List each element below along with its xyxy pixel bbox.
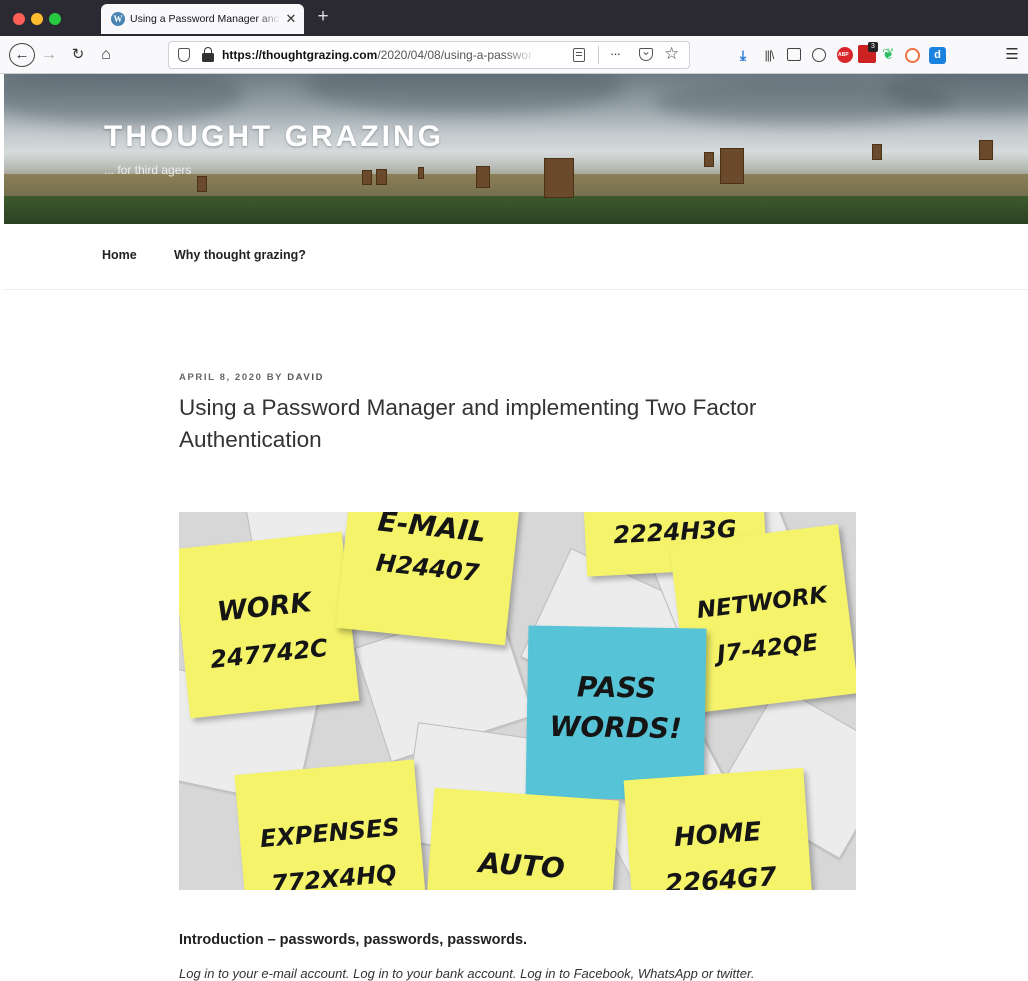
sidebar-icon[interactable] xyxy=(787,48,801,61)
field xyxy=(4,174,1028,196)
hay-bale xyxy=(476,166,490,188)
sticky-note-expenses: EXPENSES 772X4HQ xyxy=(234,759,428,890)
tab-title: Using a Password Manager and xyxy=(130,13,280,25)
intro-paragraph: Log in to your e-mail account. Log in to… xyxy=(179,966,755,981)
note-text: PASS xyxy=(576,670,657,705)
tracking-shield-icon[interactable] xyxy=(178,48,190,62)
post-by: BY xyxy=(266,372,283,383)
reader-view-icon[interactable] xyxy=(573,48,585,62)
note-text: E-MAIL xyxy=(376,512,488,549)
post-author[interactable]: DAVID xyxy=(287,372,324,383)
reload-button[interactable]: ↻ xyxy=(69,43,87,67)
home-button[interactable]: ⌂ xyxy=(97,43,115,67)
header-banner: THOUGHT GRAZING ... for third agers xyxy=(4,74,1028,224)
site-title[interactable]: THOUGHT GRAZING xyxy=(104,120,444,154)
forward-button[interactable]: → xyxy=(40,43,58,67)
hay-bale xyxy=(362,170,372,185)
page-actions-icon[interactable]: ··· xyxy=(610,46,626,61)
downloads-icon[interactable]: ⤓ xyxy=(735,45,751,65)
post-date[interactable]: APRIL 8, 2020 xyxy=(179,372,262,383)
hay-bale xyxy=(979,140,993,160)
note-text: 2264G7 xyxy=(664,862,778,890)
adblock-plus-icon[interactable] xyxy=(837,47,853,63)
note-text: HOME xyxy=(672,817,763,854)
extension-orange-icon[interactable] xyxy=(905,48,920,63)
url-domain: https://thoughtgrazing.com xyxy=(222,48,378,62)
note-text: AUTO xyxy=(477,846,566,885)
library-icon[interactable]: |||\ xyxy=(760,45,778,65)
post-meta: APRIL 8, 2020 BY DAVID xyxy=(179,372,324,383)
note-text: WORDS! xyxy=(549,709,683,746)
extension-blue-icon[interactable]: d xyxy=(929,47,946,64)
evernote-icon[interactable]: ❦ xyxy=(882,45,898,63)
close-tab-icon[interactable]: ✕ xyxy=(284,11,298,27)
hay-bale xyxy=(704,152,714,167)
sticky-note-passwords: PASS WORDS! xyxy=(525,625,707,801)
account-icon[interactable] xyxy=(812,48,826,62)
sticky-note-email: E-MAIL H24407 xyxy=(335,512,523,646)
note-text: NETWORK xyxy=(695,582,829,625)
sticky-note-auto: AUTO xyxy=(423,787,620,890)
hay-bale xyxy=(197,176,207,192)
note-text: J7-42QE xyxy=(715,629,820,668)
maximize-window-button[interactable] xyxy=(49,13,61,25)
note-text: EXPENSES xyxy=(258,813,401,854)
hay-bale xyxy=(376,169,387,185)
minimize-window-button[interactable] xyxy=(31,13,43,25)
extension-badge: 3 xyxy=(868,42,878,52)
navigation-toolbar: ← → ↻ ⌂ https://thoughtgrazing.com/2020/… xyxy=(0,36,1028,74)
intro-heading: Introduction – passwords, passwords, pas… xyxy=(179,932,528,948)
wordpress-icon: W xyxy=(111,12,125,26)
hamburger-menu-icon[interactable]: ☰ xyxy=(1004,45,1020,65)
new-tab-button[interactable]: + xyxy=(314,6,332,28)
url-bar[interactable]: https://thoughtgrazing.com/2020/04/08/us… xyxy=(168,41,690,69)
cloud xyxy=(304,74,624,114)
close-window-button[interactable] xyxy=(13,13,25,25)
site-navigation: Home Why thought grazing? xyxy=(4,224,1028,290)
hay-bale xyxy=(418,167,424,179)
bookmark-star-icon[interactable]: ☆ xyxy=(664,44,679,64)
featured-image: WORK 247742C E-MAIL H24407 2224H3G NETWO… xyxy=(179,512,856,890)
hay-bale xyxy=(720,148,744,184)
nav-item-home[interactable]: Home xyxy=(102,248,137,262)
browser-tab[interactable]: W Using a Password Manager and ✕ xyxy=(101,4,304,34)
note-text: 247742C xyxy=(208,633,330,674)
cloud xyxy=(4,74,244,124)
note-text: 772X4HQ xyxy=(269,859,398,890)
nav-item-why-thought-grazing[interactable]: Why thought grazing? xyxy=(174,248,306,262)
extension-icon[interactable]: 3 xyxy=(858,42,878,63)
note-text: H24407 xyxy=(374,548,481,588)
tab-strip: W Using a Password Manager and ✕ + xyxy=(0,0,1028,36)
sticky-note-work: WORK 247742C xyxy=(179,531,360,719)
lock-icon[interactable] xyxy=(202,47,214,63)
site-tagline: ... for third agers xyxy=(104,163,192,177)
hay-bale xyxy=(872,144,882,160)
post-title: Using a Password Manager and implementin… xyxy=(179,395,757,452)
note-text: WORK xyxy=(215,587,313,628)
back-button[interactable]: ← xyxy=(9,43,35,67)
url-text[interactable]: https://thoughtgrazing.com/2020/04/08/us… xyxy=(222,48,536,62)
sticky-note-home: HOME 2264G7 xyxy=(623,767,815,890)
pocket-icon[interactable] xyxy=(639,44,653,61)
grass xyxy=(4,196,1028,224)
url-divider xyxy=(598,46,599,64)
hay-bale xyxy=(544,158,574,198)
url-path: /2020/04/08/using-a-passwor xyxy=(377,48,533,62)
